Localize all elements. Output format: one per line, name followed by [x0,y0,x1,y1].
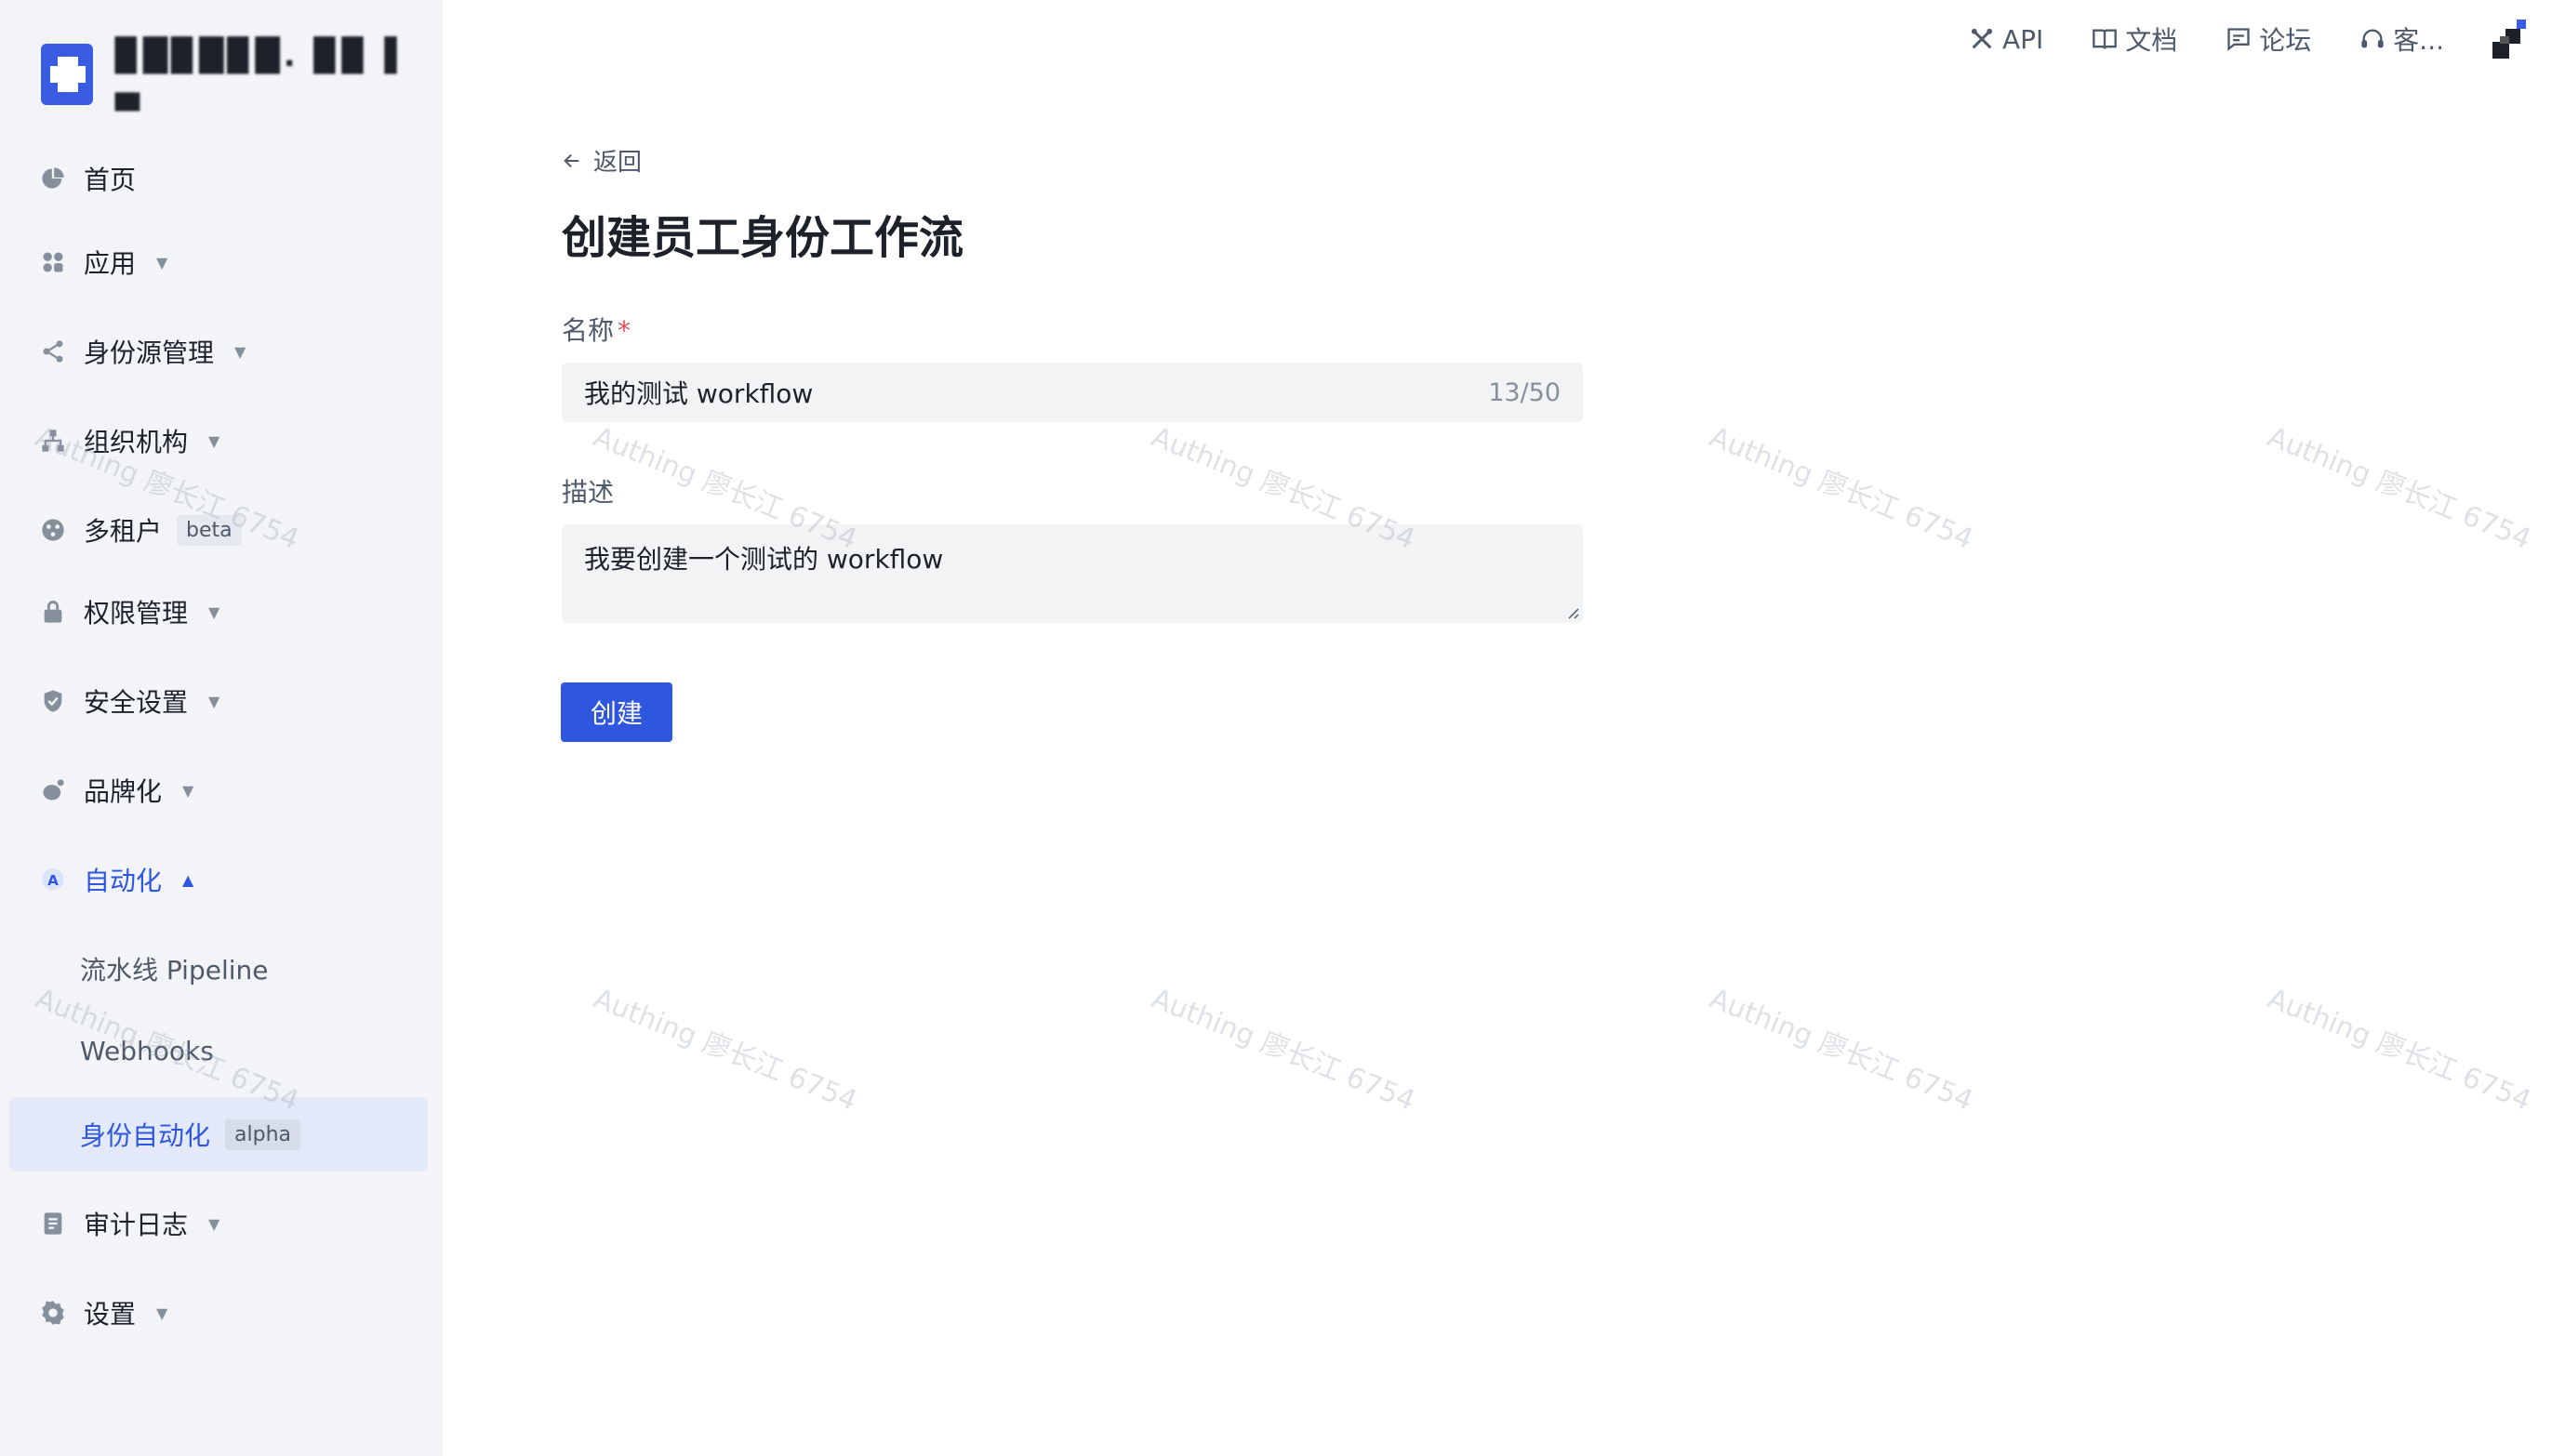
sidebar-item-label: 权限管理 [84,598,189,629]
chevron-down-icon: ▼ [208,692,220,710]
back-link[interactable]: 返回 [562,143,642,178]
create-button[interactable]: 创建 [561,682,672,742]
watermark-text: Authing 廖长江 6754 [1705,982,1978,1118]
sidebar-item-label: 首页 [84,165,137,195]
logo-icon [41,44,93,105]
sidebar-item-settings[interactable]: 设置 ▼ [39,1285,167,1341]
sidebar-item-label: 自动化 [84,866,163,896]
sidebar-item-identity-source[interactable]: 身份源管理 ▼ [39,324,246,379]
app-logo[interactable]: ▉█▉█▉█. ▉▉ ▌ ▄ [41,37,443,112]
page-title: 创建员工身份工作流 [562,212,964,264]
support-link-label: 客... [2393,25,2444,56]
chevron-down-icon: ▼ [234,342,246,361]
share-icon [39,338,67,365]
sidebar-item-multi-tenant[interactable]: 多租户 beta [39,502,242,558]
watermark-text: Authing 廖长江 6754 [2263,982,2536,1118]
sidebar-item-label: 安全设置 [84,687,189,718]
svg-text:A: A [47,872,59,889]
arrow-left-icon [564,153,579,167]
sidebar-item-branding[interactable]: 品牌化 ▼ [39,762,193,818]
lock-icon [39,598,67,626]
docs-link[interactable]: 文档 [2092,20,2177,58]
beta-badge: beta [177,514,242,546]
automation-icon: A [39,866,67,893]
sidebar-item-label: 审计日志 [84,1210,189,1240]
watermark-text: Authing 廖长江 6754 [589,982,862,1118]
alpha-badge: alpha [225,1118,300,1150]
forum-link[interactable]: 论坛 [2226,20,2311,58]
sidebar-item-label: 组织机构 [84,427,189,457]
chevron-down-icon: ▼ [156,253,168,271]
top-bar: API 文档 论坛 客... [1969,17,2565,61]
sidebar-item-automation[interactable]: A 自动化 ▲ [39,852,193,907]
sidebar-subitem-label: 身份自动化 [80,1120,211,1151]
api-link[interactable]: API [1969,24,2043,55]
docs-link-label: 文档 [2125,25,2178,56]
name-input-value: 我的测试 workflow [584,378,814,409]
description-value: 我要创建一个测试的 workflow [584,544,944,575]
sidebar-item-label: 设置 [84,1299,137,1330]
tenant-icon [39,516,67,544]
sidebar-item-apps[interactable]: 应用 ▼ [39,234,167,290]
watermark-text: Authing 廖长江 6754 [2263,420,2536,557]
char-counter: 13/50 [1488,377,1561,407]
api-link-label: API [2001,23,2044,55]
shield-icon [39,687,67,715]
chevron-down-icon: ▼ [208,602,220,621]
chevron-down-icon: ▼ [156,1304,168,1322]
forum-link-label: 论坛 [2259,25,2312,56]
api-tools-icon [1971,28,1993,49]
chevron-down-icon: ▼ [208,431,220,450]
description-field-label: 描述 [562,477,615,508]
sidebar-item-label: 品牌化 [84,776,163,807]
name-field-label: 名称 * [562,311,631,348]
required-marker: * [618,315,631,346]
resize-handle-icon[interactable] [1564,604,1579,619]
audit-log-icon [39,1210,67,1238]
sidebar-subitem-label: Webhooks [80,1035,214,1066]
sidebar-subitem-label: 流水线 Pipeline [80,955,269,986]
sidebar-item-permissions[interactable]: 权限管理 ▼ [39,584,219,640]
pie-chart-icon [39,165,67,192]
sidebar-subitem-webhooks[interactable]: Webhooks [80,1023,214,1079]
description-textarea[interactable]: 我要创建一个测试的 workflow [562,524,1583,623]
user-avatar[interactable] [2492,20,2532,59]
chevron-down-icon: ▼ [182,781,194,800]
sidebar-item-security[interactable]: 安全设置 ▼ [39,673,219,729]
watermark-text: Authing 廖长江 6754 [1147,982,1420,1118]
sidebar-item-home[interactable]: 首页 [39,151,136,206]
sidebar-subitem-identity-automation[interactable]: 身份自动化 alpha [9,1097,428,1171]
chevron-up-icon: ▲ [182,870,194,889]
logo-text: ▉█▉█▉█. ▉▉ ▌ ▄ [114,37,413,112]
apps-icon [39,248,67,276]
sidebar-item-audit-log[interactable]: 审计日志 ▼ [39,1196,219,1251]
org-tree-icon [39,427,67,455]
sidebar: ▉█▉█▉█. ▉▉ ▌ ▄ 首页 应用 ▼ 身份源管理 ▼ 组织机构 ▼ 多租… [0,0,443,1456]
brand-icon [39,776,67,804]
name-label-text: 名称 [562,315,615,346]
gear-icon [39,1299,67,1327]
chevron-down-icon: ▼ [208,1214,220,1233]
message-icon [2227,28,2250,51]
sidebar-item-label: 身份源管理 [84,338,215,368]
name-input[interactable]: 我的测试 workflow 13/50 [562,363,1583,422]
sidebar-item-label: 多租户 [84,516,163,547]
back-link-label: 返回 [593,149,643,177]
book-icon [2093,29,2118,49]
sidebar-item-organization[interactable]: 组织机构 ▼ [39,413,219,469]
sidebar-subitem-pipeline[interactable]: 流水线 Pipeline [80,941,268,997]
headset-icon [2361,29,2384,48]
watermark-text: Authing 廖长江 6754 [1705,420,1978,557]
support-link[interactable]: 客... [2359,20,2444,58]
sidebar-item-label: 应用 [84,248,137,279]
